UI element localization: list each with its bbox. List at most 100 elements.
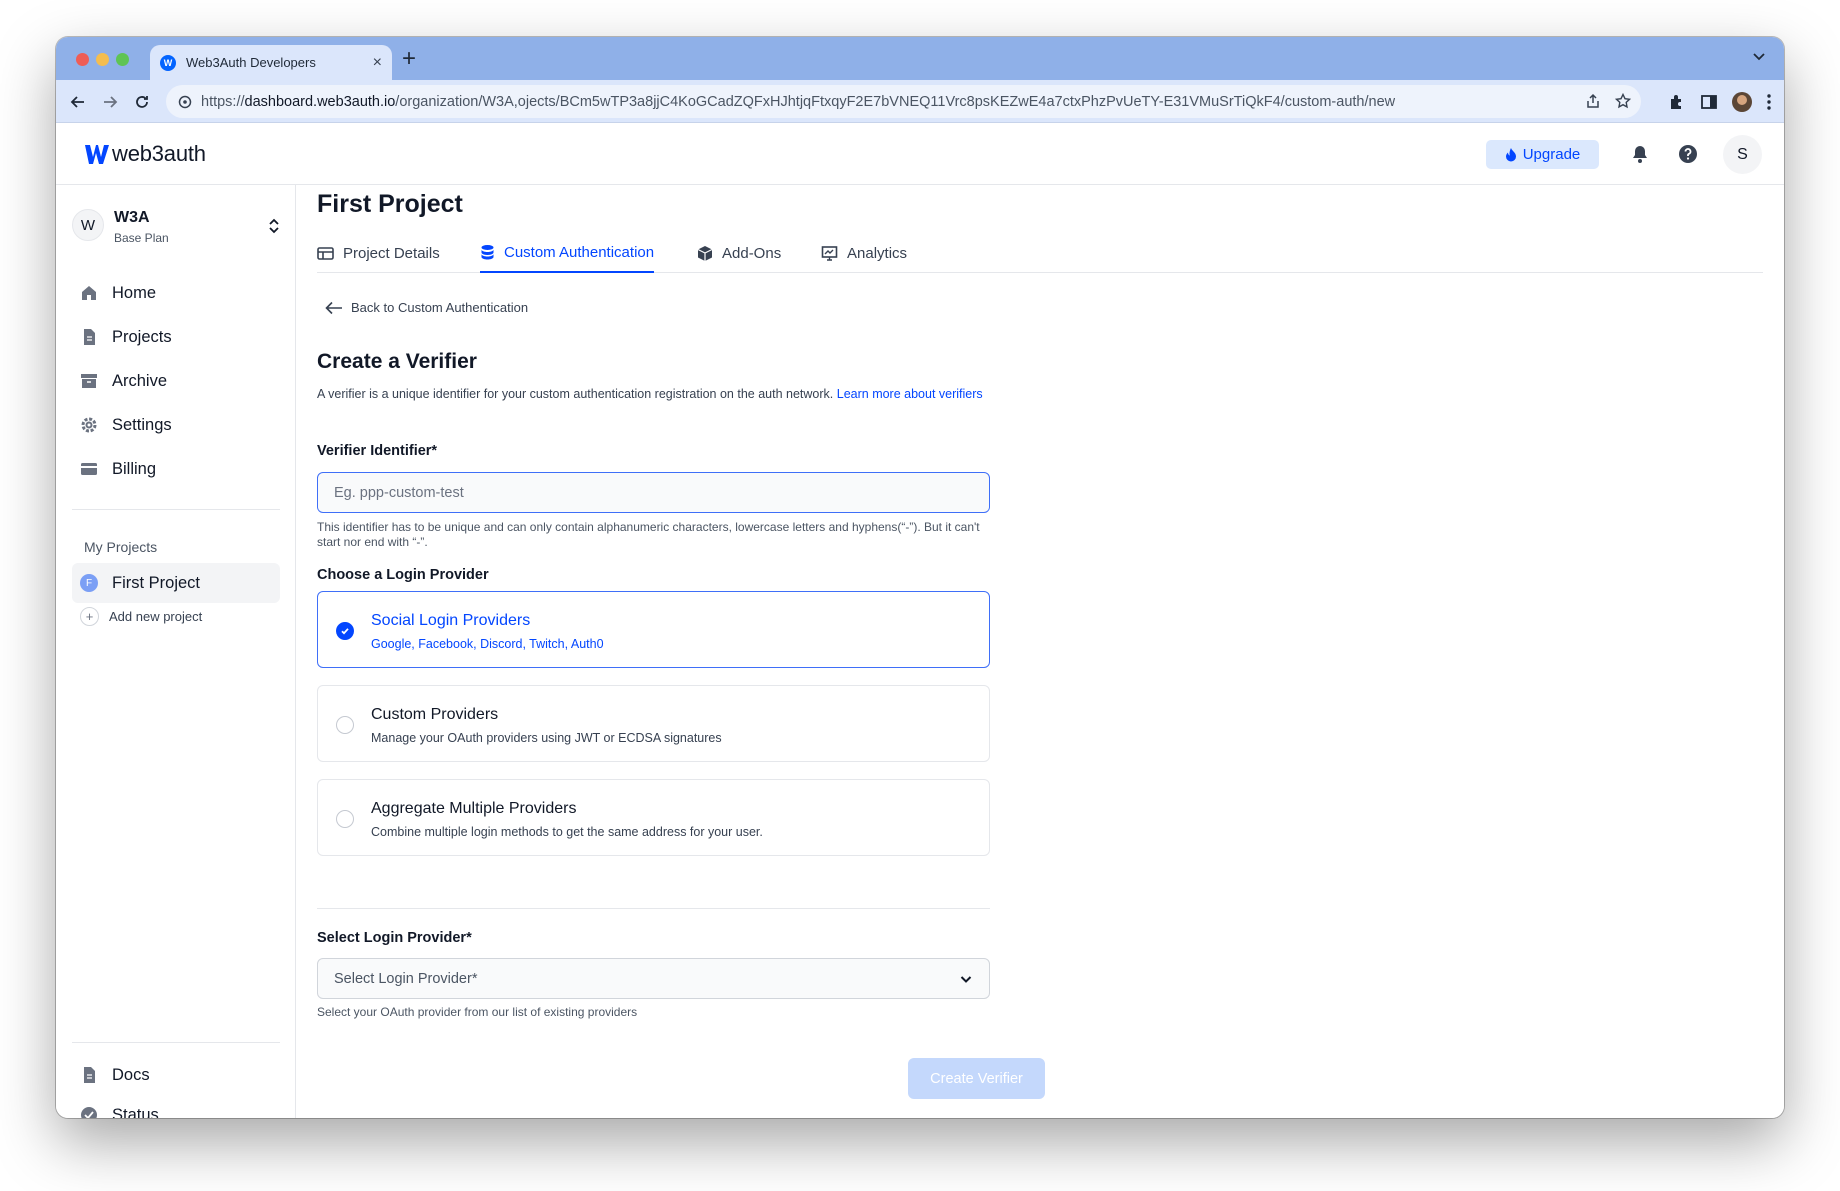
login-provider-select[interactable]: Select Login Provider* xyxy=(317,958,990,999)
web3auth-logo[interactable]: web3auth xyxy=(84,141,206,167)
sidebar-item-projects[interactable]: Projects xyxy=(80,325,172,349)
upgrade-button[interactable]: Upgrade xyxy=(1486,140,1599,169)
provider-subtitle: Google, Facebook, Discord, Twitch, Auth0 xyxy=(371,637,604,651)
tab-custom-authentication[interactable]: Custom Authentication xyxy=(480,233,655,273)
radio-checked-icon[interactable] xyxy=(336,622,354,640)
verifier-identifier-helper: This identifier has to be unique and can… xyxy=(317,520,980,549)
sidebar-item-label: Status xyxy=(112,1105,159,1119)
verifier-identifier-label: Verifier Identifier* xyxy=(317,443,438,459)
close-window-button[interactable] xyxy=(76,53,89,66)
project-label: First Project xyxy=(112,573,201,592)
web3auth-w-logo-icon xyxy=(85,145,109,164)
back-to-custom-auth-link[interactable]: Back to Custom Authentication xyxy=(325,300,528,315)
tab-search-chevron-icon[interactable] xyxy=(1752,49,1766,63)
cube-icon xyxy=(697,245,713,261)
browser-tab-title: Web3Auth Developers xyxy=(186,55,316,70)
sidebar-item-label: Projects xyxy=(112,327,172,346)
site-info-icon[interactable] xyxy=(178,95,192,109)
new-tab-icon[interactable]: + xyxy=(402,45,416,73)
share-icon[interactable] xyxy=(1585,93,1601,109)
login-provider-select-value: Select Login Provider* xyxy=(334,970,478,987)
provider-title: Custom Providers xyxy=(371,706,499,723)
provider-option-social-login[interactable]: Social Login Providers Google, Facebook,… xyxy=(317,591,990,668)
provider-option-aggregate[interactable]: Aggregate Multiple Providers Combine mul… xyxy=(317,779,990,856)
sidebar-item-label: Archive xyxy=(112,371,168,390)
sidebar: W W3A Base Plan Home Projects Archive Se… xyxy=(56,185,296,1118)
forward-arrow-icon[interactable] xyxy=(100,92,120,112)
archive-icon xyxy=(81,374,97,388)
add-new-project-label: Add new project xyxy=(109,608,203,624)
credit-card-icon xyxy=(81,463,97,475)
radio-unchecked-icon[interactable] xyxy=(336,810,354,828)
provider-option-custom[interactable]: Custom Providers Manage your OAuth provi… xyxy=(317,685,990,762)
side-panel-icon[interactable] xyxy=(1700,93,1718,111)
bookmark-star-icon[interactable] xyxy=(1615,93,1631,109)
chevron-up-down-icon xyxy=(269,218,279,234)
choose-login-provider-label: Choose a Login Provider xyxy=(317,567,489,583)
sidebar-item-status[interactable]: Status xyxy=(80,1103,159,1118)
browser-tab-active[interactable]: W Web3Auth Developers × xyxy=(150,45,392,80)
sidebar-divider xyxy=(72,509,280,510)
extensions-puzzle-icon[interactable] xyxy=(1668,93,1686,111)
browser-window: W Web3Auth Developers × + https://dashbo… xyxy=(56,37,1784,1118)
presentation-chart-icon xyxy=(821,245,838,261)
plus-icon: + xyxy=(80,606,99,626)
sidebar-item-archive[interactable]: Archive xyxy=(80,369,167,393)
radio-unchecked-icon[interactable] xyxy=(336,716,354,734)
minimize-window-button[interactable] xyxy=(96,53,109,66)
sidebar-project-first-project[interactable]: F First Project xyxy=(72,563,280,603)
document-icon xyxy=(84,1067,95,1083)
organization-switcher[interactable]: W W3A Base Plan xyxy=(72,209,280,249)
user-avatar[interactable]: S xyxy=(1723,135,1762,174)
provider-subtitle: Manage your OAuth providers using JWT or… xyxy=(371,731,722,745)
create-verifier-button[interactable]: Create Verifier xyxy=(908,1058,1045,1099)
page-title: First Project xyxy=(317,190,463,218)
login-provider-helper: Select your OAuth provider from our list… xyxy=(317,1005,638,1019)
upgrade-label: Upgrade xyxy=(1522,146,1581,163)
add-new-project-button[interactable]: + Add new project xyxy=(80,605,202,627)
section-description: A verifier is a unique identifier for yo… xyxy=(317,387,983,401)
project-badge: F xyxy=(80,574,98,592)
tab-project-details[interactable]: Project Details xyxy=(317,233,440,273)
sidebar-item-billing[interactable]: Billing xyxy=(80,457,156,481)
sidebar-item-docs[interactable]: Docs xyxy=(80,1063,150,1087)
tab-label: Custom Authentication xyxy=(504,243,655,261)
document-icon xyxy=(84,329,95,345)
maximize-window-button[interactable] xyxy=(116,53,129,66)
address-bar[interactable]: https://dashboard.web3auth.io/organizati… xyxy=(166,85,1641,118)
logo-text: web3auth xyxy=(112,141,206,166)
tab-label: Project Details xyxy=(343,244,440,262)
tab-analytics[interactable]: Analytics xyxy=(821,233,907,273)
tab-label: Analytics xyxy=(847,244,908,262)
checkmark-icon xyxy=(341,628,349,635)
org-avatar: W xyxy=(72,209,104,241)
org-plan: Base Plan xyxy=(114,231,169,245)
browser-menu-kebab-icon[interactable] xyxy=(1766,93,1772,111)
flame-icon xyxy=(1505,148,1516,162)
browser-tabbar: W Web3Auth Developers × + xyxy=(56,37,1784,80)
help-icon[interactable] xyxy=(1678,144,1698,164)
tab-add-ons[interactable]: Add-Ons xyxy=(697,233,781,273)
sidebar-item-label: Settings xyxy=(112,415,172,434)
app-header: web3auth Upgrade S xyxy=(56,124,1784,185)
browser-profile-avatar[interactable] xyxy=(1732,92,1752,112)
web3auth-favicon-icon: W xyxy=(160,54,176,71)
chevron-down-icon xyxy=(960,976,972,983)
browser-extension-icons xyxy=(1668,92,1772,112)
provider-title: Social Login Providers xyxy=(371,612,531,629)
close-tab-icon[interactable]: × xyxy=(373,54,382,72)
database-icon xyxy=(481,244,494,259)
reload-icon[interactable] xyxy=(132,92,152,112)
main-content: First Project Project Details Custom Aut… xyxy=(297,185,1784,1118)
back-arrow-icon[interactable] xyxy=(68,92,88,112)
arrow-left-icon xyxy=(325,301,342,314)
bell-icon[interactable] xyxy=(1630,144,1650,164)
my-projects-heading: My Projects xyxy=(84,539,158,555)
verifier-identifier-input[interactable] xyxy=(317,472,990,513)
sidebar-item-settings[interactable]: Settings xyxy=(80,413,172,437)
sidebar-item-home[interactable]: Home xyxy=(80,281,156,305)
learn-more-verifiers-link[interactable]: Learn more about verifiers xyxy=(837,387,983,401)
browser-toolbar: https://dashboard.web3auth.io/organizati… xyxy=(56,80,1784,123)
provider-title: Aggregate Multiple Providers xyxy=(371,800,577,817)
check-circle-icon xyxy=(81,1107,97,1118)
